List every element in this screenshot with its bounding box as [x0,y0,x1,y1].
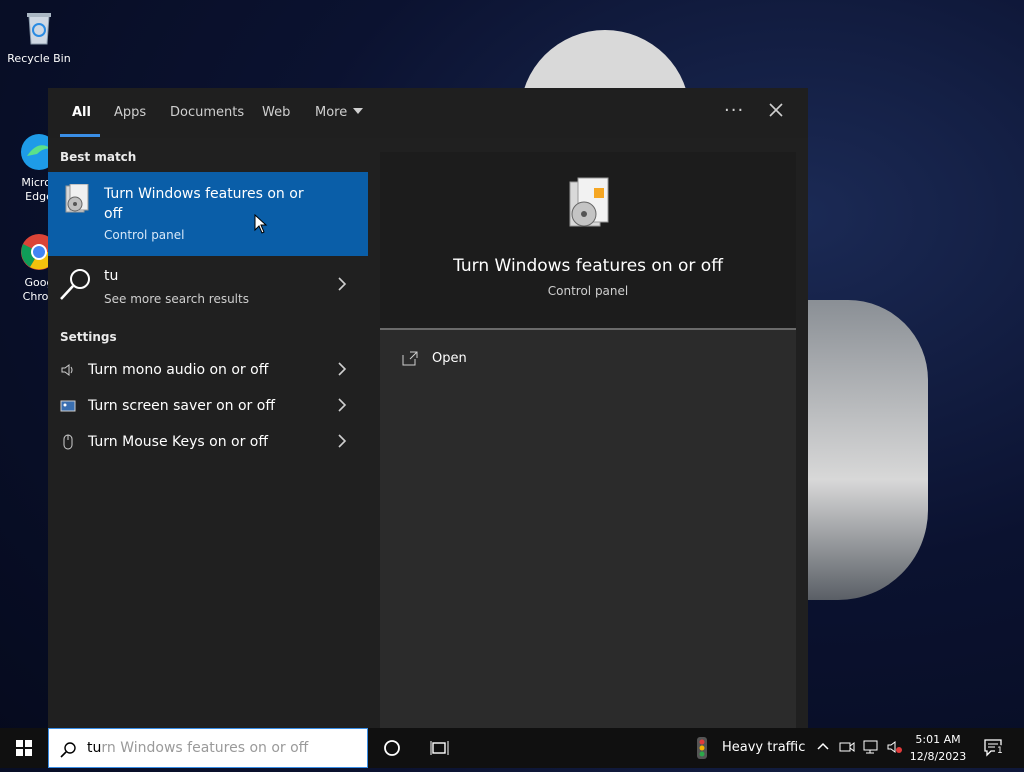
close-button[interactable] [764,98,788,122]
taskbar-search-box[interactable]: turn Windows features on or off [48,728,368,768]
see-more-results[interactable]: tu See more search results [48,256,368,312]
settings-item-label: Turn mono audio on or off [88,362,269,378]
start-button[interactable] [0,728,48,768]
open-label: Open [432,351,467,366]
speaker-icon [60,362,76,378]
tab-web[interactable]: Web [262,105,290,120]
search-panel: All Apps Documents Web More ··· Best mat… [48,88,808,728]
search-icon [59,741,76,758]
active-tab-indicator [60,134,100,137]
settings-item-mono-audio[interactable]: Turn mono audio on or off [48,353,368,387]
chevron-up-icon [817,742,829,750]
search-icon [58,266,98,306]
preview-header: Turn Windows features on or off Control … [380,152,796,328]
network-button[interactable] [862,738,880,756]
caret-down-icon [353,108,364,114]
preview-subtitle: Control panel [547,284,629,298]
task-view-icon [430,741,449,755]
open-action[interactable]: Open [402,348,602,372]
taskbar: turn Windows features on or off Heavy tr… [0,728,1024,768]
windows-features-icon [564,176,612,232]
search-typed-text: tu [87,740,102,756]
tab-all[interactable]: All [72,105,91,120]
tab-more[interactable]: More [315,105,364,120]
notification-count: 1 [995,745,1005,757]
best-match-title: Turn Windows features on or off [104,186,304,222]
windows-logo-icon [16,740,32,756]
desktop-icon-label: Recycle Bin [7,52,71,65]
clock-date: 12/8/2023 [909,750,967,763]
mouse-icon [60,434,76,450]
results-list: Best match Turn Windows features on or o… [48,138,370,728]
volume-muted-icon [887,741,902,753]
network-icon [863,740,878,754]
recycle-bin-icon [19,8,59,48]
screen-saver-icon [60,398,76,414]
tab-documents[interactable]: Documents [170,105,244,120]
desktop-icon-recycle-bin[interactable]: Recycle Bin [6,8,72,66]
wallpaper-shape [808,300,928,600]
clock-time: 5:01 AM [915,733,961,746]
show-hidden-icons-button[interactable] [814,738,832,756]
chevron-right-icon [334,395,350,415]
chevron-right-icon [334,359,350,379]
divider [380,328,796,330]
close-icon [769,103,783,117]
chevron-right-icon [334,431,350,451]
tab-more-label: More [315,105,348,120]
search-completion-text: rn Windows features on or off [101,740,309,756]
notifications-button[interactable]: 1 [982,738,1006,757]
best-match-subtitle: Control panel [104,228,185,242]
windows-features-icon [62,183,90,216]
settings-item-mouse-keys[interactable]: Turn Mouse Keys on or off [48,425,368,459]
mouse-cursor-icon [254,214,268,234]
more-options-button[interactable]: ··· [724,100,744,121]
preview-title: Turn Windows features on or off [453,256,723,276]
best-match-heading: Best match [60,150,137,164]
see-more-text: See more search results [104,292,249,306]
volume-button[interactable] [886,738,904,756]
preview-pane: Turn Windows features on or off Control … [380,152,796,728]
news-widget[interactable]: Heavy traffic [690,736,890,760]
tab-apps[interactable]: Apps [114,105,146,120]
cortana-icon [384,740,400,756]
clock[interactable]: 5:01 AM 12/8/2023 [908,731,968,765]
settings-item-label: Turn Mouse Keys on or off [88,434,269,450]
camera-icon [839,742,855,752]
meet-now-button[interactable] [838,738,856,756]
search-autocomplete: turn Windows features on or off [87,740,308,756]
query-text: tu [104,268,119,284]
settings-item-screen-saver[interactable]: Turn screen saver on or off [48,389,368,423]
settings-item-label: Turn screen saver on or off [88,398,275,414]
traffic-light-icon [697,737,707,759]
task-view-button[interactable] [428,736,452,760]
cortana-button[interactable] [380,736,404,760]
chevron-right-icon [334,274,350,294]
search-tabs: All Apps Documents Web More ··· [48,88,808,138]
news-widget-text: Heavy traffic [722,740,806,755]
open-icon [402,350,418,366]
best-match-result[interactable]: Turn Windows features on or off Control … [48,172,368,256]
settings-heading: Settings [60,330,117,344]
